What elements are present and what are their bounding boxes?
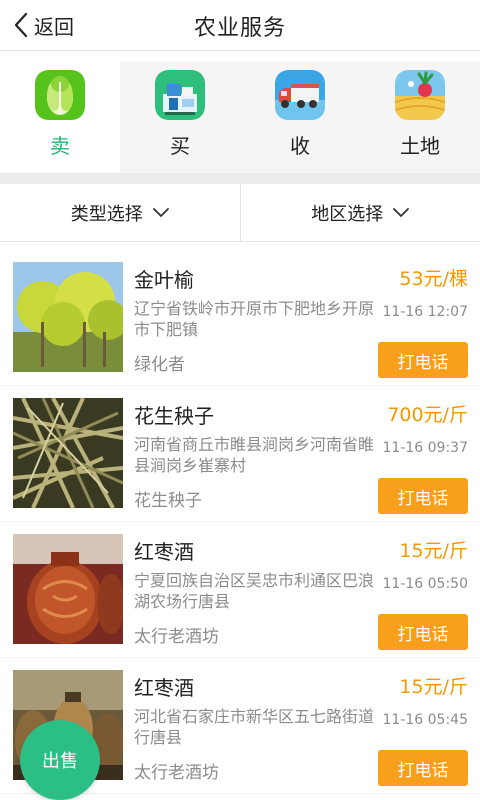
- tab-buy[interactable]: 买: [120, 62, 240, 173]
- list-item[interactable]: 红枣酒 15元/斤 宁夏回族自治区吴忠市利通区巴浪湖农场行唐县 11-16 05…: [0, 522, 480, 658]
- tab-collect-label: 收: [290, 134, 310, 158]
- product-name: 花生秧子: [134, 404, 214, 428]
- app-header: 返回 农业服务: [0, 0, 480, 50]
- filter-bar: 类型选择 地区选择: [0, 184, 480, 242]
- truck-icon: [275, 70, 325, 120]
- chevron-left-icon: [14, 12, 28, 38]
- region-filter-dropdown[interactable]: 地区选择: [239, 184, 480, 241]
- product-address: 辽宁省铁岭市开原市下肥地乡开原市下肥镇: [134, 299, 375, 339]
- tab-land-label: 土地: [400, 134, 440, 158]
- product-image: [13, 262, 123, 372]
- type-filter-label: 类型选择: [70, 203, 143, 225]
- product-price: 53元/棵: [399, 268, 468, 290]
- shop-goods-icon: [155, 70, 205, 120]
- type-filter-dropdown[interactable]: 类型选择: [0, 184, 240, 241]
- post-time: 11-16 05:50: [382, 576, 468, 592]
- product-image: [13, 534, 123, 644]
- product-price: 15元/斤: [399, 676, 468, 698]
- seller-name: 绿化者: [134, 355, 185, 375]
- post-time: 11-16 09:37: [382, 440, 468, 456]
- post-time: 11-16 05:45: [382, 712, 468, 728]
- listing-list: 金叶榆 53元/棵 辽宁省铁岭市开原市下肥地乡开原市下肥镇 11-16 12:0…: [0, 250, 480, 800]
- product-name: 金叶榆: [134, 268, 194, 292]
- cabbage-icon: [35, 70, 85, 120]
- product-name: 红枣酒: [134, 540, 194, 564]
- tab-sell[interactable]: 卖: [0, 62, 120, 173]
- back-label: 返回: [34, 14, 74, 39]
- field-radish-icon: [395, 70, 445, 120]
- seller-name: 花生秧子: [134, 491, 202, 511]
- product-address: 河南省商丘市睢县涧岗乡河南省睢县涧岗乡崔寨村: [134, 435, 375, 475]
- seller-name: 太行老酒坊: [134, 763, 219, 783]
- call-button[interactable]: 打电话: [378, 478, 468, 514]
- tab-buy-label: 买: [170, 134, 190, 158]
- region-filter-label: 地区选择: [311, 203, 384, 225]
- product-price: 700元/斤: [387, 404, 468, 426]
- section-separator: [0, 174, 480, 184]
- product-image: [13, 398, 123, 508]
- list-item[interactable]: 金叶榆 53元/棵 辽宁省铁岭市开原市下肥地乡开原市下肥镇 11-16 12:0…: [0, 250, 480, 386]
- back-button[interactable]: 返回: [14, 9, 74, 41]
- seller-name: 太行老酒坊: [134, 627, 219, 647]
- call-button[interactable]: 打电话: [378, 614, 468, 650]
- product-address: 宁夏回族自治区吴忠市利通区巴浪湖农场行唐县: [134, 571, 375, 611]
- tab-collect[interactable]: 收: [240, 62, 360, 173]
- product-price: 15元/斤: [399, 540, 468, 562]
- post-time: 11-16 12:07: [382, 304, 468, 320]
- product-address: 河北省石家庄市新华区五七路街道行唐县: [134, 707, 375, 747]
- header-divider: [0, 50, 480, 62]
- list-item[interactable]: 花生秧子 700元/斤 河南省商丘市睢县涧岗乡河南省睢县涧岗乡崔寨村 11-16…: [0, 386, 480, 522]
- chevron-down-icon: [393, 207, 410, 217]
- call-button[interactable]: 打电话: [378, 750, 468, 786]
- sell-fab-button[interactable]: 出售: [20, 720, 100, 800]
- tab-land[interactable]: 土地: [360, 62, 480, 173]
- chevron-down-icon: [152, 207, 169, 217]
- category-tabs: 卖 买 收 土地: [0, 62, 480, 174]
- call-button[interactable]: 打电话: [378, 342, 468, 378]
- product-name: 红枣酒: [134, 676, 194, 700]
- tab-sell-label: 卖: [50, 134, 70, 158]
